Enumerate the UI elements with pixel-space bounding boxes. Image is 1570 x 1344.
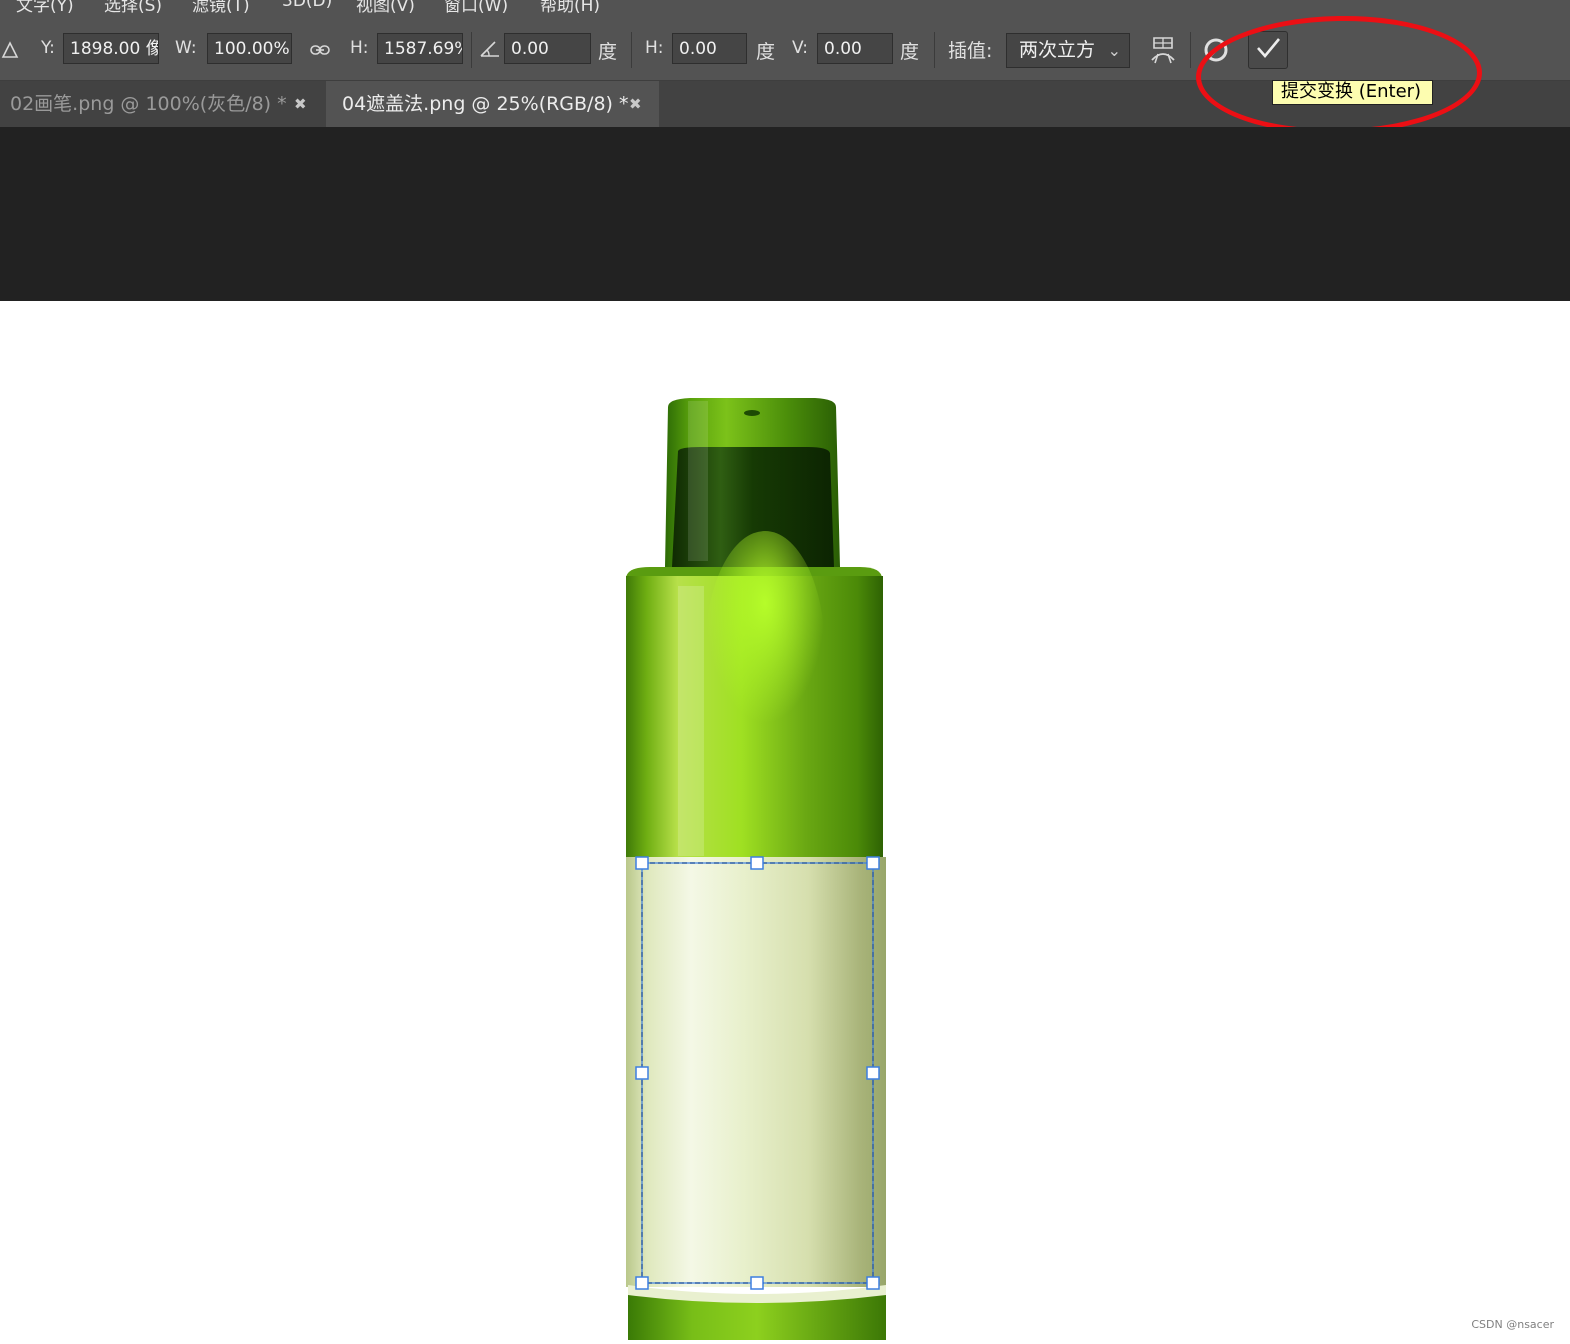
menu-item-help[interactable]: 帮助(H) [540,0,600,16]
menu-item-view[interactable]: 视图(V) [356,0,415,16]
width-field[interactable]: 100.00% [207,33,292,64]
skew-v-label: V: [792,38,808,58]
document-canvas[interactable]: CSDN @nsacer [0,301,1570,1340]
rotation-angle-field[interactable]: 0.00 [504,33,591,64]
angle-icon [478,38,502,60]
link-icon[interactable] [308,40,332,60]
chevron-down-icon: ⌄ [1107,41,1121,60]
interpolation-value: 两次立方 [1019,39,1096,61]
y-position-field[interactable]: 1898.00 像 [63,33,159,64]
menu-item-select[interactable]: 选择(S) [104,0,162,16]
skew-v-unit-label: 度 [900,41,920,63]
reference-point-icon[interactable] [0,38,20,62]
close-icon[interactable]: ✖ [294,81,307,127]
bottle-image [626,398,886,1340]
y-label: Y: [41,38,55,58]
h-label: H: [350,38,369,58]
tab-label: 04遮盖法.png @ 25%(RGB/8) * [342,93,629,115]
interpolation-select[interactable]: 两次立方 ⌄ [1006,33,1130,68]
skew-h-label: H: [645,38,664,58]
close-icon[interactable]: ✖ [629,81,642,127]
height-field[interactable]: 1587.69% [377,33,463,64]
menu-item-3d[interactable]: 3D(D) [282,0,332,11]
skew-h-unit-label: 度 [756,41,776,63]
warp-icon[interactable] [1146,32,1180,68]
menu-item-type[interactable]: 文字(Y) [16,0,74,16]
tab-label: 02画笔.png @ 100%(灰色/8) * [10,93,287,115]
tab-04-mask[interactable]: 04遮盖法.png @ 25%(RGB/8) * ✖ [326,81,659,127]
menu-item-window[interactable]: 窗口(W) [444,0,508,16]
tab-02-brush[interactable]: 02画笔.png @ 100%(灰色/8) * ✖ [0,81,326,127]
pasteboard [0,127,1570,301]
angle-unit-label: 度 [598,41,618,63]
interpolation-label: 插值: [948,40,993,62]
menu-item-filter[interactable]: 滤镜(T) [192,0,250,16]
skew-v-field[interactable]: 0.00 [817,33,893,64]
w-label: W: [175,38,197,58]
skew-h-field[interactable]: 0.00 [672,33,747,64]
watermark: CSDN @nsacer [1471,1318,1554,1331]
